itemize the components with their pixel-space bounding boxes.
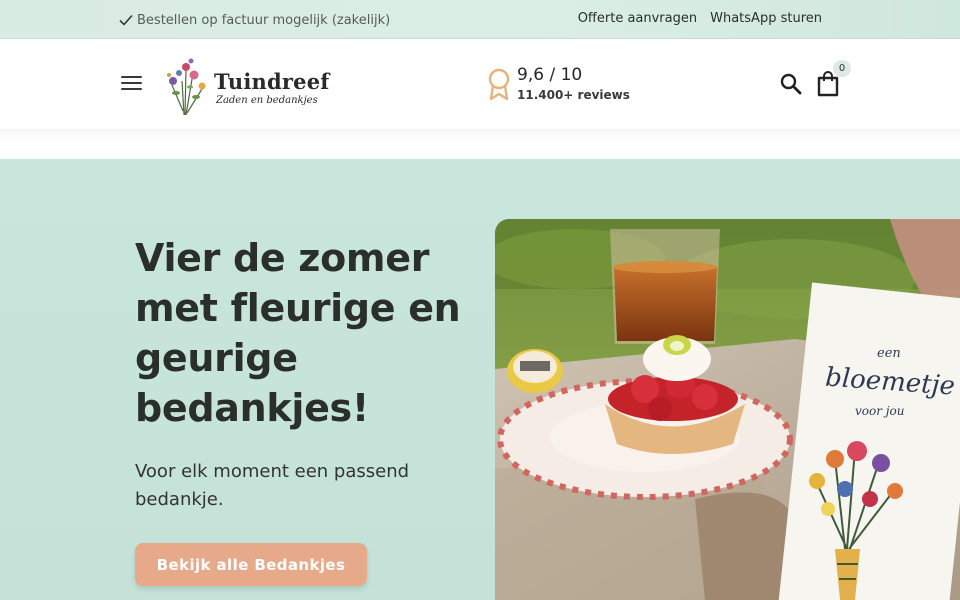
search-icon[interactable] <box>779 72 803 96</box>
hero-section: Vier de zomer met fleurige en geurige be… <box>0 159 960 600</box>
rating-score: 9,6 / 10 <box>517 65 583 85</box>
rating-reviews: 11.400+ reviews <box>517 88 630 102</box>
quote-request-link[interactable]: Offerte aanvragen <box>578 11 697 26</box>
cart-count-badge: 0 <box>833 60 851 77</box>
hero-title: Vier de zomer met fleurige en geurige be… <box>135 236 461 430</box>
award-ribbon-icon <box>488 68 510 101</box>
site-header: Tuindreef Zaden en bedankjes 9,6 / 10 11… <box>0 39 960 129</box>
hamburger-menu-icon[interactable] <box>121 75 143 93</box>
bouquet-logo-icon <box>167 58 206 116</box>
whatsapp-link[interactable]: WhatsApp sturen <box>710 11 822 26</box>
logo-tagline: Zaden en bedankjes <box>216 95 318 106</box>
usp-item: Bestellen op factuur mogelijk (zakelijk) <box>118 11 390 29</box>
header-divider <box>0 129 960 159</box>
checkmark-icon <box>119 14 133 26</box>
announcement-bar: Bestellen op factuur mogelijk (zakelijk)… <box>0 0 960 39</box>
card-text-een: een <box>877 346 901 361</box>
hero-image: een bloemetje voor jou <box>495 219 960 600</box>
hero-subtitle: Voor elk moment een passend bedankje. <box>135 461 410 510</box>
logo-brand-text: Tuindreef <box>214 69 330 94</box>
usp-text: Bestellen op factuur mogelijk (zakelijk) <box>137 12 391 28</box>
topbar-links: Offerte aanvragen WhatsApp sturen <box>578 11 822 26</box>
site-logo[interactable]: Tuindreef Zaden en bedankjes <box>164 51 329 117</box>
card-text-voor-jou: voor jou <box>855 404 904 418</box>
view-all-gifts-button[interactable]: Bekijk alle Bedankjes <box>135 543 367 586</box>
